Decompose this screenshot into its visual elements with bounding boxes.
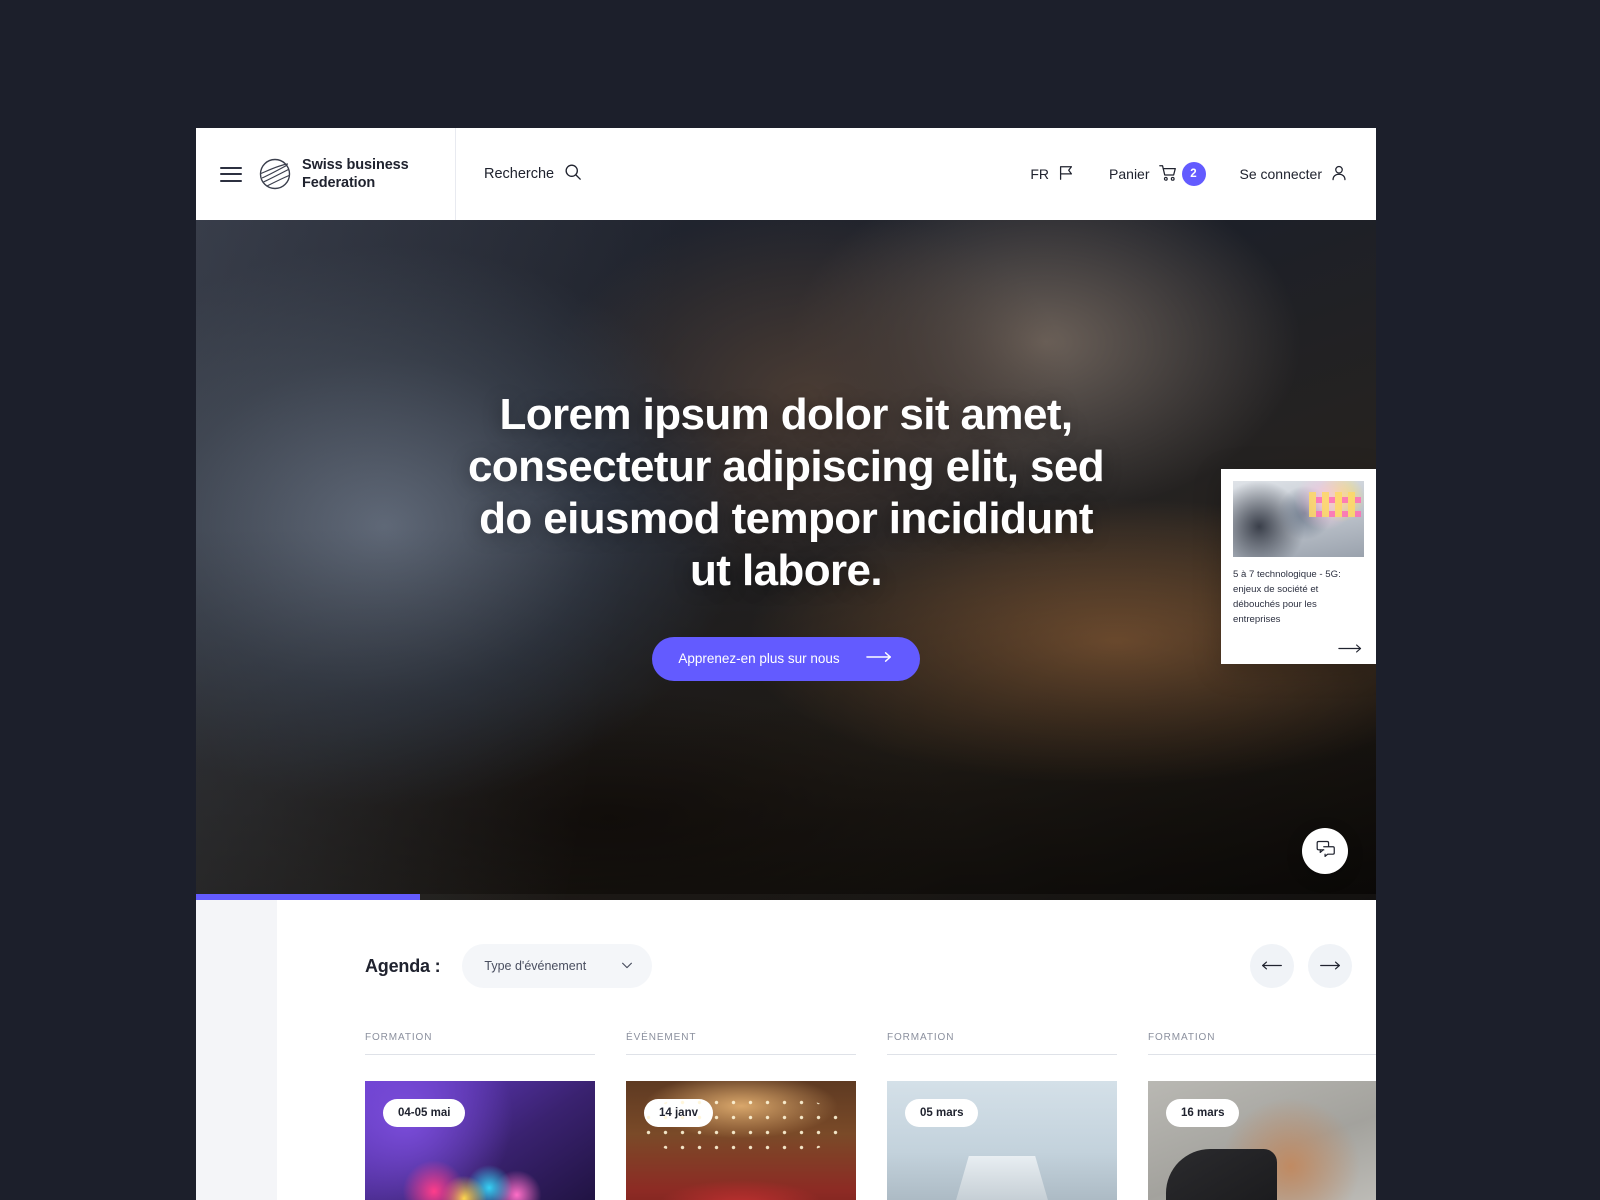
cart-label: Panier	[1109, 166, 1150, 182]
agenda-card-image: 14 janv	[626, 1081, 856, 1200]
header-nav: FR Panier 2 Se connecter	[1030, 162, 1376, 186]
language-label: FR	[1030, 166, 1050, 182]
login-label: Se connecter	[1239, 166, 1323, 182]
chevron-down-icon	[620, 958, 634, 975]
agenda-header: Agenda : Type d'événement	[365, 944, 1376, 988]
site-logo[interactable]: Swiss business Federation	[258, 156, 409, 192]
event-type-filter-value: Type d'événement	[484, 959, 587, 973]
arrow-right-icon	[865, 651, 894, 666]
learn-more-label: Apprenez-en plus sur nous	[678, 651, 840, 667]
agenda-card[interactable]: FORMATION 04-05 mai	[365, 1032, 595, 1200]
news-thumbnail	[1233, 481, 1364, 557]
agenda-card-category: ÉVÉNEMENT	[626, 1032, 856, 1055]
site-header: Swiss business Federation Recherche FR P…	[196, 128, 1376, 220]
search-label: Recherche	[484, 166, 555, 182]
agenda-card[interactable]: ÉVÉNEMENT 14 janv	[626, 1032, 856, 1200]
globe-sphere-logo-icon	[258, 157, 292, 191]
hero-content: Lorem ipsum dolor sit amet, consectetur …	[196, 220, 1376, 900]
agenda-card[interactable]: FORMATION 05 mars	[887, 1032, 1117, 1200]
website-viewport: Swiss business Federation Recherche FR P…	[196, 128, 1376, 1200]
agenda-title: Agenda :	[365, 955, 441, 976]
brand-zone: Swiss business Federation	[196, 128, 456, 220]
news-teaser-text: 5 à 7 technologique - 5G: enjeux de soci…	[1233, 569, 1341, 625]
agenda-card-image: 05 mars	[887, 1081, 1117, 1200]
hero-title: Lorem ipsum dolor sit amet, consectetur …	[467, 390, 1105, 595]
learn-more-button[interactable]: Apprenez-en plus sur nous	[652, 636, 920, 681]
news-arrow-right-icon[interactable]	[1233, 643, 1364, 654]
language-switcher[interactable]: FR	[1030, 164, 1075, 185]
flag-icon	[1057, 164, 1075, 185]
agenda-card-list: FORMATION 04-05 mai ÉVÉNEMENT 14 janv FO…	[365, 1032, 1376, 1200]
agenda-card-category: FORMATION	[365, 1032, 595, 1055]
hamburger-menu-icon[interactable]	[220, 166, 242, 182]
shopping-cart-icon	[1158, 163, 1178, 186]
hero-banner: Lorem ipsum dolor sit amet, consectetur …	[196, 220, 1376, 900]
login-button[interactable]: Se connecter	[1240, 164, 1349, 185]
agenda-card-category: FORMATION	[1148, 1032, 1376, 1055]
user-account-icon	[1330, 164, 1348, 185]
agenda-next-button[interactable]	[1308, 944, 1352, 988]
event-type-filter[interactable]: Type d'événement	[462, 944, 653, 988]
agenda-card-date-badge: 16 mars	[1166, 1099, 1240, 1127]
agenda-left-rail	[196, 900, 277, 1200]
agenda-card-image: 04-05 mai	[365, 1081, 595, 1200]
news-teaser-card[interactable]: 5 à 7 technologique - 5G: enjeux de soci…	[1221, 469, 1376, 665]
agenda-carousel-nav	[1250, 944, 1352, 988]
chat-bubbles-icon	[1315, 838, 1336, 864]
agenda-prev-button[interactable]	[1250, 944, 1294, 988]
agenda-card[interactable]: FORMATION 16 mars	[1148, 1032, 1376, 1200]
agenda-card-date-badge: 14 janv	[644, 1099, 713, 1127]
cart-count-badge: 2	[1181, 162, 1206, 186]
agenda-card-date-badge: 04-05 mai	[383, 1099, 466, 1127]
agenda-section: Agenda : Type d'événement FORMATION 04-0…	[196, 900, 1376, 1200]
search-icon	[564, 163, 582, 186]
search-button[interactable]: Recherche	[456, 163, 582, 186]
agenda-card-category: FORMATION	[887, 1032, 1117, 1055]
arrow-left-icon	[1261, 959, 1283, 974]
arrow-right-icon	[1319, 959, 1341, 974]
agenda-card-image: 16 mars	[1148, 1081, 1376, 1200]
brand-name: Swiss business Federation	[302, 156, 409, 191]
cart-button[interactable]: Panier 2	[1109, 162, 1206, 186]
agenda-card-date-badge: 05 mars	[905, 1099, 979, 1127]
agenda-content: Agenda : Type d'événement FORMATION 04-0…	[277, 900, 1376, 1200]
chat-widget-button[interactable]	[1302, 828, 1348, 874]
